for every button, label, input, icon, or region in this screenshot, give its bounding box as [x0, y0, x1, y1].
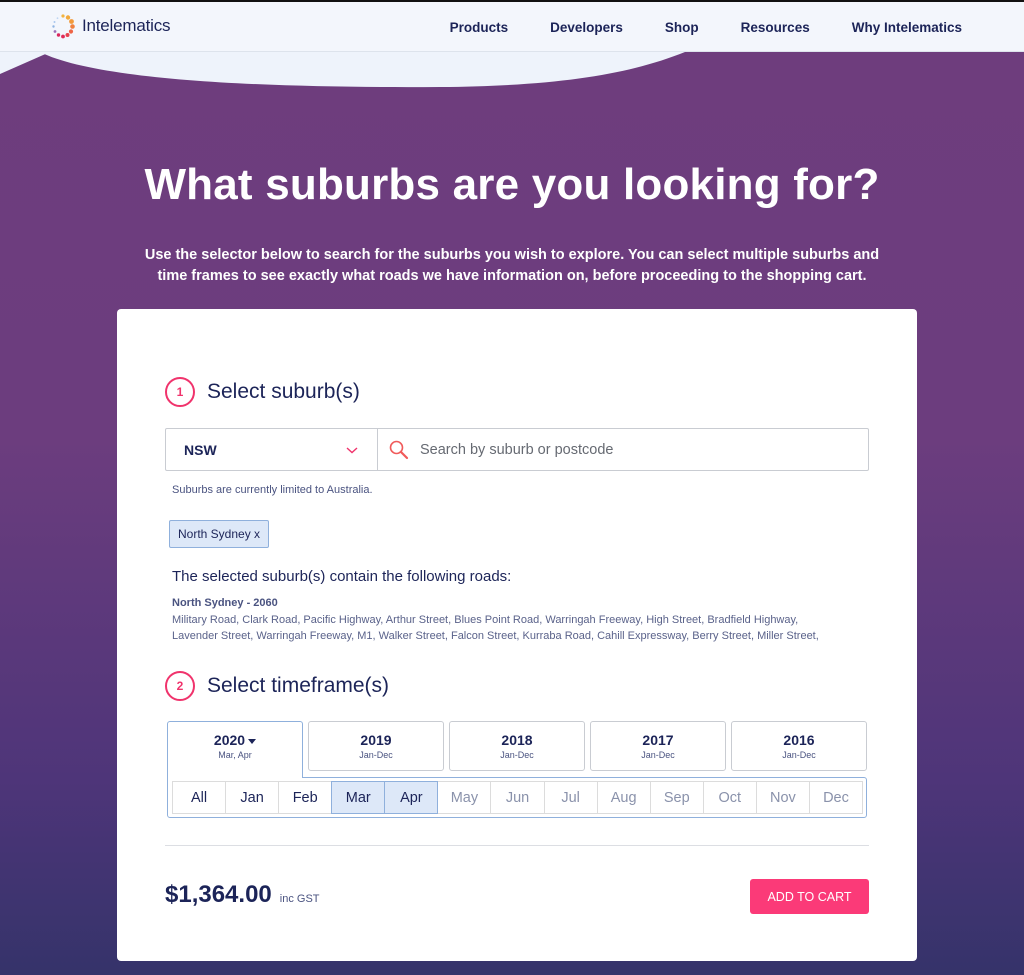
suburb-search-input[interactable]: [420, 441, 868, 458]
brand-logo[interactable]: Intelematics: [50, 13, 171, 39]
price-tax-note: inc GST: [279, 893, 320, 905]
nav-resources[interactable]: Resources: [741, 20, 810, 35]
brand-name: Intelematics: [82, 16, 171, 35]
month-dec: Dec: [808, 781, 864, 814]
caret-down-icon: [248, 738, 257, 744]
main-nav: Products Developers Shop Resources Why I…: [450, 2, 962, 52]
nav-developers[interactable]: Developers: [550, 20, 623, 35]
price-summary: $1,364.00 inc GST: [165, 881, 320, 909]
top-navbar: Intelematics Products Developers Shop Re…: [0, 2, 1024, 52]
nav-products[interactable]: Products: [450, 20, 509, 35]
page-subtitle: Use the selector below to search for the…: [144, 247, 880, 284]
year-tab-2018[interactable]: 2018 Jan-Dec: [449, 721, 585, 771]
year-tabs: 2020 Mar, Apr 2019 Jan-Dec 2018 Jan-Dec …: [167, 721, 867, 778]
year-tab-label: 2018: [501, 732, 533, 748]
state-dropdown[interactable]: NSW: [166, 429, 378, 470]
month-jun: Jun: [490, 781, 545, 814]
year-tab-range: Jan-Dec: [641, 750, 675, 760]
month-all[interactable]: All: [172, 781, 227, 814]
month-feb[interactable]: Feb: [278, 781, 333, 814]
year-tab-range: Jan-Dec: [500, 750, 534, 760]
year-tab-2020[interactable]: 2020 Mar, Apr: [167, 721, 303, 778]
chevron-down-icon: [346, 446, 358, 453]
year-tab-range: Jan-Dec: [359, 750, 393, 760]
month-may: May: [437, 781, 492, 814]
nav-why-intelematics[interactable]: Why Intelematics: [852, 20, 962, 35]
month-selector: All Jan Feb Mar Apr May Jun Jul Aug Sep …: [167, 777, 867, 818]
selected-suburb-chip[interactable]: North Sydney x: [169, 520, 270, 548]
selector-card: 1 Select suburb(s) NSW Suburbs are curre…: [117, 309, 917, 961]
step-2-header: 2 Select timeframe(s): [165, 671, 389, 701]
month-jan[interactable]: Jan: [225, 781, 280, 814]
year-tab-2017[interactable]: 2017 Jan-Dec: [590, 721, 726, 771]
step-2-number: 2: [165, 671, 195, 701]
window-top-edge: [0, 0, 1024, 2]
year-tab-label: 2020: [168, 732, 302, 748]
section-divider: [165, 845, 869, 846]
nav-shop[interactable]: Shop: [665, 20, 699, 35]
step-1-header: 1 Select suburb(s): [165, 377, 360, 407]
year-tab-2019[interactable]: 2019 Jan-Dec: [308, 721, 444, 771]
month-nov: Nov: [755, 781, 810, 814]
step-1-title: Select suburb(s): [207, 380, 360, 403]
year-tab-range: Mar, Apr: [218, 750, 252, 760]
step-1-number: 1: [165, 377, 195, 407]
month-oct: Oct: [702, 781, 757, 814]
page-title: What suburbs are you looking for?: [144, 160, 880, 209]
roads-list: Military Road, Clark Road, Pacific Highw…: [172, 614, 819, 642]
step-2-title: Select timeframe(s): [207, 674, 390, 697]
roads-suburb-label: North Sydney - 2060: [172, 597, 278, 609]
header-wave-decoration: [0, 52, 1024, 88]
suburb-search-hint: Suburbs are currently limited to Austral…: [172, 484, 373, 496]
roads-heading: The selected suburb(s) contain the follo…: [172, 568, 512, 585]
search-icon: [389, 440, 409, 459]
month-jul: Jul: [543, 781, 598, 814]
month-apr[interactable]: Apr: [384, 781, 439, 814]
total-price: $1,364.00: [165, 881, 272, 908]
add-to-cart-button[interactable]: ADD TO CART: [750, 879, 869, 914]
year-tab-range: Jan-Dec: [782, 750, 816, 760]
month-aug: Aug: [596, 781, 651, 814]
suburb-search-field[interactable]: [378, 429, 868, 470]
year-tab-label: 2019: [360, 732, 392, 748]
state-dropdown-value: NSW: [184, 441, 217, 458]
month-mar[interactable]: Mar: [331, 781, 386, 814]
year-tab-label: 2017: [642, 732, 674, 748]
suburb-search-row: NSW: [165, 428, 869, 471]
logo-dots-icon: [52, 14, 75, 39]
month-sep: Sep: [649, 781, 704, 814]
year-tab-label: 2016: [783, 732, 815, 748]
year-tab-2016[interactable]: 2016 Jan-Dec: [731, 721, 867, 771]
